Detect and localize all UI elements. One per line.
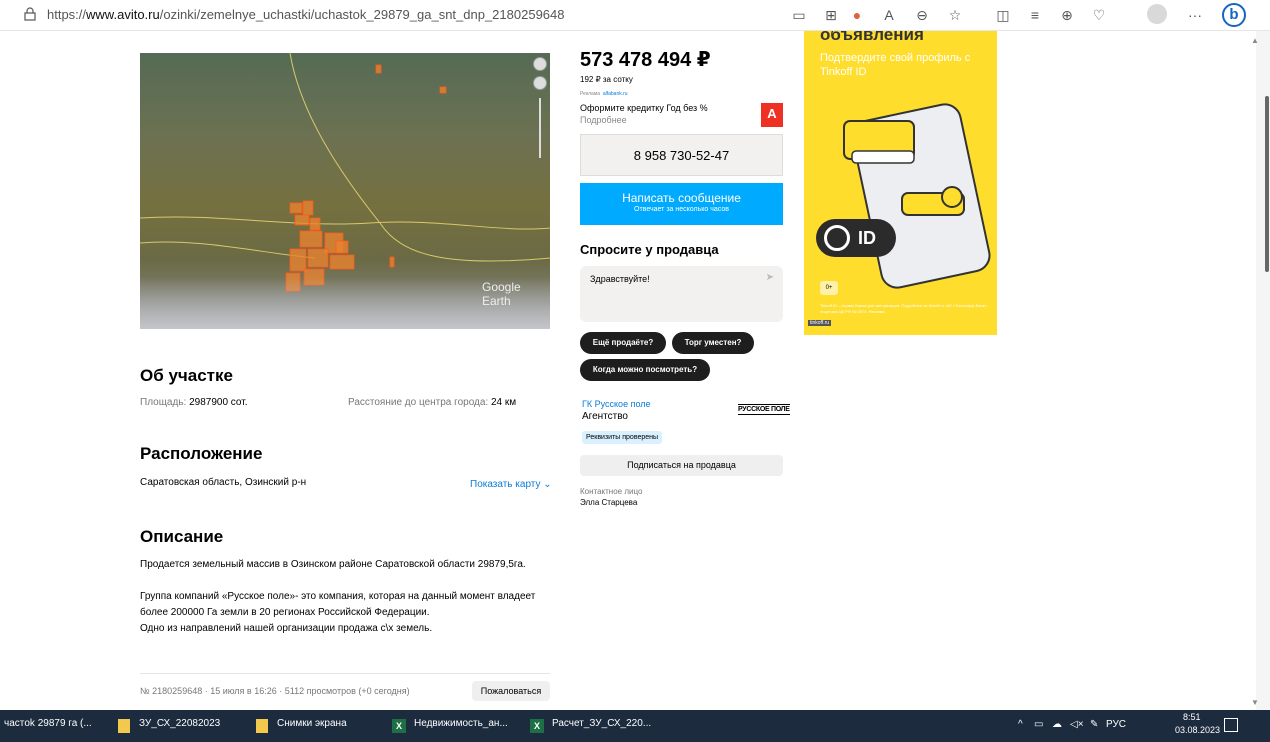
about-title: Об участке	[140, 366, 233, 385]
zoom-icon[interactable]: ⊖	[913, 6, 931, 24]
seller-type: Агентство	[582, 411, 628, 422]
pan-control-icon[interactable]	[533, 76, 547, 90]
message-button-sub: Отвечает за несколько часов	[634, 206, 729, 213]
description-paragraph-1: Продается земельный массив в Озинском ра…	[140, 559, 526, 570]
complain-button[interactable]: Пожаловаться	[472, 681, 550, 701]
tinkoff-banner-ad[interactable]: объявления Подтвердите свой профиль с Ti…	[804, 31, 997, 335]
taskbar-item-folder-2[interactable]: Снимки экрана	[277, 718, 347, 729]
more-menu-icon[interactable]: ···	[1186, 6, 1204, 24]
show-map-link[interactable]: Показать карту ⌄	[470, 479, 552, 490]
ad-more-link[interactable]: Подробнее	[580, 115, 627, 125]
read-aloud-icon[interactable]: A	[880, 6, 898, 24]
contact-name: Элла Старцева	[580, 498, 638, 507]
alfabank-logo[interactable]: А	[761, 103, 783, 127]
tray-overflow-icon[interactable]: ^	[1018, 719, 1023, 730]
price: 573 478 494 ₽	[580, 49, 711, 71]
quick-reply-chip[interactable]: Когда можно посмотреть?	[580, 359, 710, 381]
browser-toolbar: https://www.avito.ru/ozinki/zemelnye_uch…	[0, 0, 1270, 31]
lock-icon[interactable]	[24, 7, 36, 21]
address-text: Саратовская область, Озинский р-н	[140, 477, 307, 488]
divider	[140, 673, 550, 674]
description-line-2: более 200000 Га земли в 20 регионах Росс…	[140, 607, 430, 618]
favorites-list-icon[interactable]: ≡	[1026, 6, 1044, 24]
favorite-star-icon[interactable]: ☆	[946, 6, 964, 24]
banner-disclaimer: Tinkoff ID – сервис Банка для авторизаци…	[820, 303, 988, 314]
read-mode-icon[interactable]: ▭	[790, 6, 808, 24]
volume-icon[interactable]: ◁×	[1070, 719, 1084, 730]
page-content: Google Earth Об участке Площадь: 2987900…	[0, 31, 1256, 710]
ad-title[interactable]: Оформите кредитку Год без %	[580, 103, 708, 113]
ad-label: Реклама alfabank.ru	[580, 91, 628, 97]
profile-avatar[interactable]	[1147, 4, 1167, 24]
banner-link[interactable]: tinkoff.ru	[808, 320, 832, 326]
excel-icon: X	[530, 719, 544, 733]
zoom-slider[interactable]	[539, 98, 541, 158]
description-title: Описание	[140, 527, 224, 546]
taskbar-item-excel-1[interactable]: Недвижимость_ан...	[414, 718, 508, 729]
write-message-button[interactable]: Написать сообщение Отвечает за несколько…	[580, 183, 783, 225]
cloud-icon[interactable]: ☁	[1052, 719, 1062, 730]
bing-copilot-icon[interactable]: b	[1222, 3, 1246, 27]
address-bar[interactable]: https://www.avito.ru/ozinki/zemelnye_uch…	[47, 7, 565, 22]
google-earth-watermark: Google Earth	[482, 280, 521, 308]
scroll-up-icon[interactable]: ▲	[1251, 36, 1259, 45]
send-icon[interactable]: ➤	[766, 272, 774, 283]
contact-label: Контактное лицо	[580, 487, 643, 496]
pen-icon[interactable]: ✎	[1090, 719, 1098, 730]
scrollbar-thumb[interactable]	[1265, 96, 1269, 272]
quick-reply-chip[interactable]: Ещё продаёте?	[580, 332, 666, 354]
subscribe-button[interactable]: Подписаться на продавца	[580, 455, 783, 476]
collections-icon[interactable]: ⊕	[1058, 6, 1076, 24]
scroll-down-icon[interactable]: ▼	[1251, 698, 1259, 707]
listing-meta: № 2180259648 · 15 июля в 16:26 · 5112 пр…	[140, 686, 410, 696]
folder-icon	[118, 719, 130, 733]
distance-field: Расстояние до центра города: 24 км	[348, 397, 517, 408]
ask-seller-title: Спросите у продавца	[580, 242, 719, 257]
id-badge: ID	[816, 219, 896, 257]
split-screen-icon[interactable]: ◫	[994, 6, 1012, 24]
phone-button[interactable]: 8 958 730-52-47	[580, 134, 783, 176]
description-line-3: Одно из направлений нашей организации пр…	[140, 623, 433, 634]
taskbar-item-excel-2[interactable]: Расчет_ЗУ_СХ_220...	[552, 718, 651, 729]
folder-icon	[256, 719, 268, 733]
compass-icon[interactable]	[533, 57, 547, 71]
area-field: Площадь: 2987900 сот.	[140, 397, 248, 408]
fingerprint-icon	[824, 225, 850, 251]
browser-essentials-icon[interactable]: ♡	[1090, 6, 1108, 24]
taskbar-item-folder-1[interactable]: ЗУ_СХ_22082023	[139, 718, 220, 729]
extension-icon[interactable]: ●	[848, 6, 866, 24]
apps-grid-icon[interactable]: ⊞	[822, 6, 840, 24]
seller-logo[interactable]: РУССКОЕ ПОЛЕ	[738, 404, 790, 415]
taskbar-item-browser[interactable]: частok 29879 га (...	[4, 718, 92, 729]
clock-date[interactable]: 03.08.2023	[1175, 725, 1220, 735]
battery-icon[interactable]: ▭	[1034, 719, 1043, 730]
seller-name-link[interactable]: ГК Русское поле	[582, 399, 651, 409]
price-per-unit: 192 ₽ за сотку	[580, 75, 633, 84]
ask-seller-input[interactable]: Здравствуйте! ➤	[580, 266, 783, 322]
quick-reply-chip[interactable]: Торг уместен?	[672, 332, 754, 354]
description-line-1: Группа компаний «Русское поле»- это комп…	[140, 591, 536, 602]
language-indicator[interactable]: РУС	[1106, 719, 1126, 730]
satellite-map[interactable]: Google Earth	[140, 53, 550, 329]
ask-input-text: Здравствуйте!	[590, 274, 650, 284]
message-button-label: Написать сообщение	[622, 191, 741, 205]
taskbar: частok 29879 га (... ЗУ_СХ_22082023 Сним…	[0, 710, 1270, 742]
verified-badge: Реквизиты проверены	[582, 431, 663, 444]
age-badge: 0+	[820, 281, 838, 295]
clock-time[interactable]: 8:51	[1183, 712, 1201, 722]
chevron-down-icon: ⌄	[543, 479, 552, 490]
location-title: Расположение	[140, 444, 263, 463]
notification-icon[interactable]	[1224, 718, 1238, 732]
excel-icon: X	[392, 719, 406, 733]
